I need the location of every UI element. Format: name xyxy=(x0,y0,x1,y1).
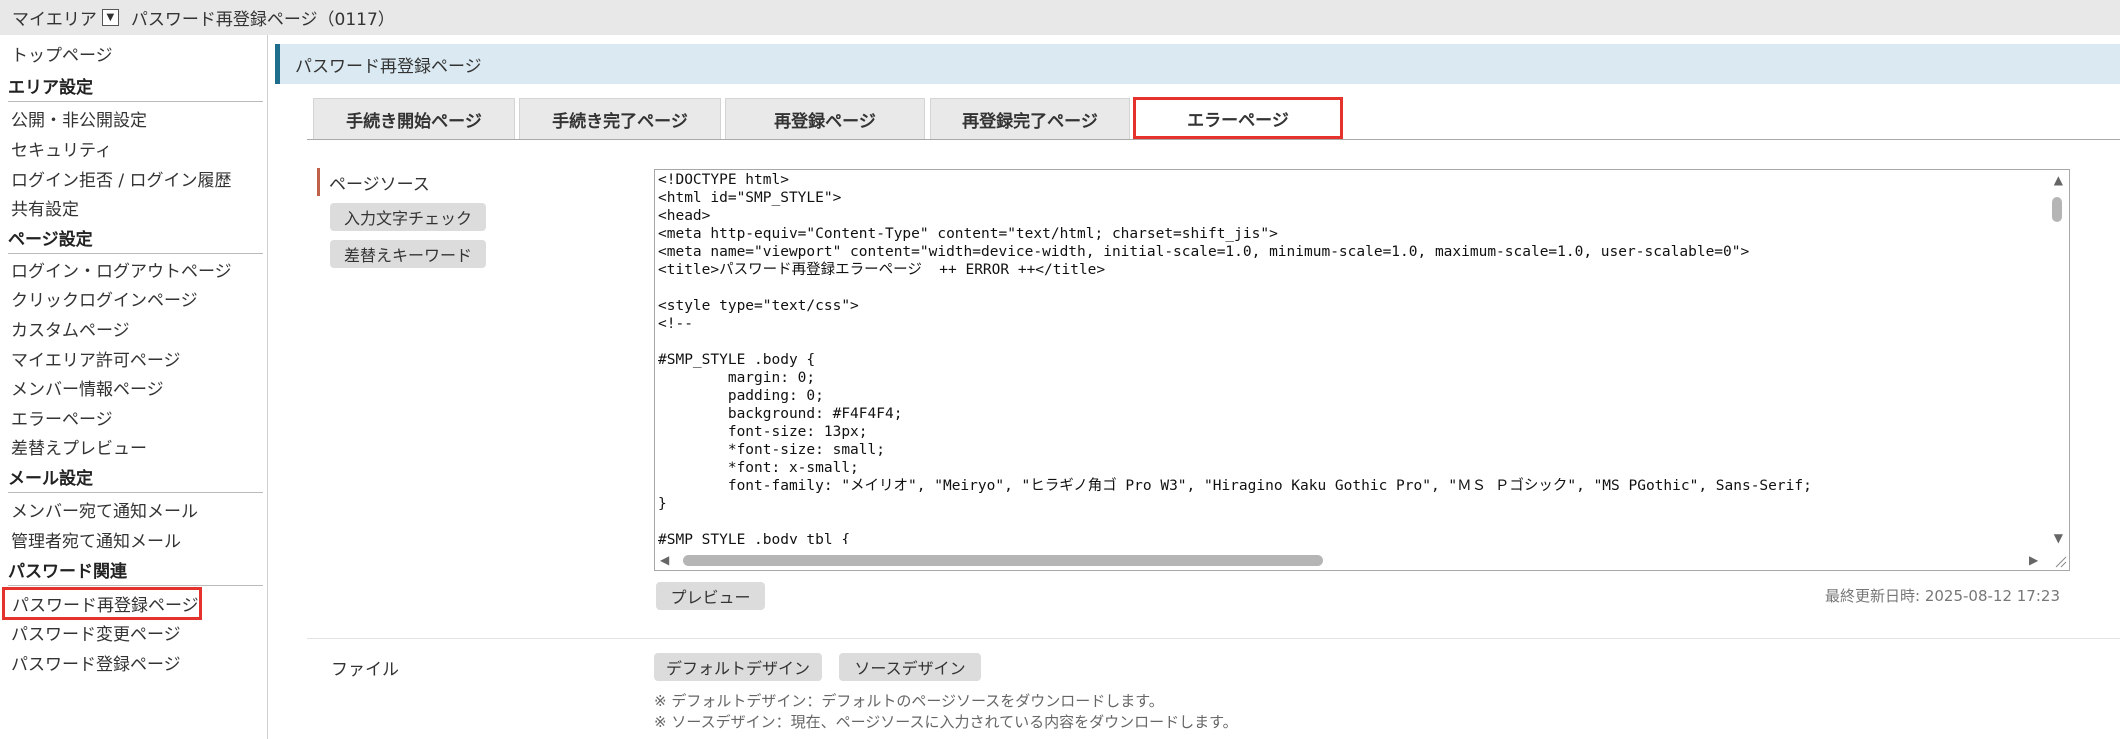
section-divider xyxy=(307,638,2120,639)
tab-reregister[interactable]: 再登録ページ xyxy=(725,98,925,140)
vertical-scroll-thumb[interactable] xyxy=(2052,197,2062,222)
sidebar-item-error[interactable]: エラーページ xyxy=(11,405,113,430)
page-source-label: ページソース xyxy=(317,168,430,196)
code-line[interactable]: font-family: "メイリオ", "Meiryo", "ヒラギノ角ゴ P… xyxy=(658,477,2036,495)
tab-divider xyxy=(307,139,2120,140)
tab-complete[interactable]: 手続き完了ページ xyxy=(519,98,721,140)
code-line[interactable] xyxy=(658,279,2036,297)
sidebar-item-login-deny[interactable]: ログイン拒否 / ログイン履歴 xyxy=(11,166,232,191)
code-line[interactable]: font-size: 13px; xyxy=(658,423,2036,441)
char-check-button[interactable]: 入力文字チェック xyxy=(330,203,486,231)
sidebar-item-shared[interactable]: 共有設定 xyxy=(11,195,79,220)
my-area-label[interactable]: マイエリア xyxy=(12,5,97,30)
code-line[interactable]: } xyxy=(658,495,2036,513)
sidebar-heading-password: パスワード関連 xyxy=(8,557,263,586)
code-line[interactable]: #SMP_STYLE .body { xyxy=(658,351,2036,369)
code-line[interactable]: <meta name="viewport" content="width=dev… xyxy=(658,243,2036,261)
code-line[interactable]: #SMP_STYLE .body_tbl { xyxy=(658,531,2036,544)
code-line[interactable]: padding: 0; xyxy=(658,387,2036,405)
code-line[interactable]: background: #F4F4F4; xyxy=(658,405,2036,423)
source-code[interactable]: <!DOCTYPE html> <html id="SMP_STYLE"> <hea… xyxy=(658,171,2036,544)
resize-handle-icon[interactable] xyxy=(2053,554,2067,568)
code-line[interactable]: <!DOCTYPE html> xyxy=(658,171,2036,189)
scroll-down-icon[interactable]: ▼ xyxy=(2054,532,2063,544)
source-design-button[interactable]: ソースデザイン xyxy=(839,653,981,681)
code-line[interactable]: *font: x-small; xyxy=(658,459,2036,477)
scroll-left-icon[interactable]: ◀ xyxy=(660,554,669,566)
tab-reregister-complete[interactable]: 再登録完了ページ xyxy=(930,98,1130,140)
top-bar: マイエリア ▼ パスワード再登録ページ（0117） xyxy=(0,0,2120,35)
code-line[interactable]: <head> xyxy=(658,207,2036,225)
default-design-button[interactable]: デフォルトデザイン xyxy=(654,653,822,681)
source-design-note: ※ ソースデザイン：現在、ページソースに入力されている内容をダウンロードします。 xyxy=(654,713,1238,731)
sidebar-item-password-reregister[interactable]: パスワード再登録ページ xyxy=(2,587,202,620)
sidebar-item-password-register[interactable]: パスワード登録ページ xyxy=(11,650,181,675)
scroll-up-icon[interactable]: ▲ xyxy=(2054,174,2063,186)
code-line[interactable]: <title>パスワード再登録エラーページ ++ ERROR ++</title… xyxy=(658,261,2036,279)
horizontal-scroll-thumb[interactable] xyxy=(683,555,1323,566)
sidebar-item-member-mail[interactable]: メンバー宛て通知メール xyxy=(11,497,198,522)
sidebar-item-password-change[interactable]: パスワード変更ページ xyxy=(11,620,181,645)
page-heading: パスワード再登録ページ（0117） xyxy=(130,10,395,30)
code-line[interactable]: *font-size: small; xyxy=(658,441,2036,459)
code-line[interactable]: <html id="SMP_STYLE"> xyxy=(658,189,2036,207)
default-design-note: ※ デフォルトデザイン：デフォルトのページソースをダウンロードします。 xyxy=(654,692,1164,710)
scroll-right-icon[interactable]: ▶ xyxy=(2029,554,2038,566)
sidebar: トップページ エリア設定 公開・非公開設定 セキュリティ ログイン拒否 / ログ… xyxy=(0,35,268,739)
tab-start[interactable]: 手続き開始ページ xyxy=(313,98,515,140)
sidebar-item-security[interactable]: セキュリティ xyxy=(11,136,112,161)
sidebar-item-myarea-allow[interactable]: マイエリア許可ページ xyxy=(11,346,181,371)
sidebar-item-click-login[interactable]: クリックログインページ xyxy=(11,286,198,311)
replace-keyword-button[interactable]: 差替えキーワード xyxy=(330,240,486,268)
last-updated: 最終更新日時: 2025-08-12 17:23 xyxy=(1825,587,2060,605)
code-line[interactable] xyxy=(658,333,2036,351)
sidebar-item-member-info[interactable]: メンバー情報ページ xyxy=(11,375,164,400)
file-label: ファイル xyxy=(331,660,399,680)
sidebar-item-login-logout[interactable]: ログイン・ログアウトページ xyxy=(11,257,232,282)
source-editor[interactable]: <!DOCTYPE html> <html id="SMP_STYLE"> <hea… xyxy=(654,169,2070,571)
sidebar-item-admin-mail[interactable]: 管理者宛て通知メール xyxy=(11,527,181,552)
vertical-scrollbar[interactable]: ▲ ▼ xyxy=(2047,170,2069,550)
sidebar-heading-area: エリア設定 xyxy=(8,73,263,102)
area-dropdown-icon[interactable]: ▼ xyxy=(101,9,119,26)
sidebar-item-top[interactable]: トップページ xyxy=(11,41,113,66)
code-line[interactable]: <meta http-equiv="Content-Type" content=… xyxy=(658,225,2036,243)
sidebar-item-visibility[interactable]: 公開・非公開設定 xyxy=(11,106,147,131)
tab-error[interactable]: エラーページ xyxy=(1133,97,1343,139)
page-title: パスワード再登録ページ xyxy=(275,44,2120,84)
sidebar-heading-mail: メール設定 xyxy=(8,464,263,493)
code-line[interactable]: margin: 0; xyxy=(658,369,2036,387)
code-line[interactable] xyxy=(658,513,2036,531)
sidebar-item-custom[interactable]: カスタムページ xyxy=(11,316,130,341)
sidebar-item-preview[interactable]: 差替えプレビュー xyxy=(11,434,147,459)
code-line[interactable]: <!-- xyxy=(658,315,2036,333)
sidebar-heading-page: ページ設定 xyxy=(8,225,263,254)
preview-button[interactable]: プレビュー xyxy=(656,582,765,610)
code-line[interactable]: <style type="text/css"> xyxy=(658,297,2036,315)
horizontal-scrollbar[interactable]: ◀ ▶ xyxy=(655,550,2049,570)
